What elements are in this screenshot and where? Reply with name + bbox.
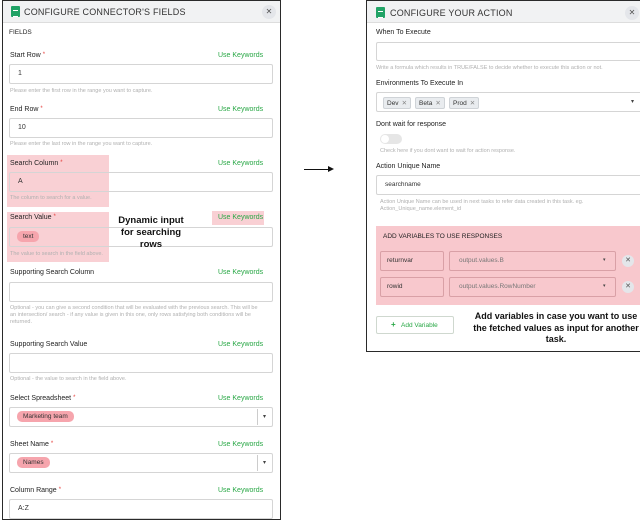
variable-value-text: output.values.RowNumber xyxy=(459,283,536,290)
select-spreadsheet-label: Select Spreadsheet * xyxy=(10,395,76,402)
connector-fields-panel: CONFIGURE CONNECTOR'S FIELDS ✕ FIELDS St… xyxy=(2,0,281,520)
remove-tag-icon[interactable]: ✕ xyxy=(402,100,407,107)
env-tag-dev[interactable]: Dev ✕ xyxy=(383,97,412,109)
dynamic-input-annotation: Dynamic input for searching rows xyxy=(118,215,184,250)
remove-tag-icon[interactable]: ✕ xyxy=(470,100,475,107)
select-spreadsheet-chip[interactable]: Marketing team xyxy=(17,411,74,422)
section-title: FIELDS xyxy=(9,29,32,36)
supporting-search-value-label: Supporting Search Value xyxy=(10,341,88,348)
dropdown-divider xyxy=(257,455,258,471)
start-row-label: Start Row * xyxy=(10,52,46,59)
end-row-input[interactable] xyxy=(9,118,273,138)
dont-wait-label: Dont wait for response xyxy=(376,121,447,128)
google-sheets-icon xyxy=(376,7,385,18)
end-row-value: 10 xyxy=(18,124,26,131)
unique-name-label: Action Unique Name xyxy=(376,163,441,170)
search-value-label: Search Value * xyxy=(10,214,56,221)
column-range-value: A:Z xyxy=(18,505,29,512)
start-row-input[interactable] xyxy=(9,64,273,84)
when-to-execute-hint: Write a formula which results in TRUE/FA… xyxy=(376,65,603,71)
column-range-use-keywords[interactable]: Use Keywords xyxy=(218,487,263,494)
close-icon[interactable]: ✕ xyxy=(262,5,276,19)
sheet-name-use-keywords[interactable]: Use Keywords xyxy=(218,441,263,448)
supporting-search-column-hint-2: an intersection/ search - if any value i… xyxy=(10,312,251,318)
dont-wait-toggle[interactable] xyxy=(380,134,402,144)
dont-wait-hint: Check here if you dont want to wait for … xyxy=(380,148,516,154)
dropdown-divider xyxy=(257,409,258,425)
panel-header: CONFIGURE CONNECTOR'S FIELDS ✕ xyxy=(3,1,280,23)
chevron-down-icon[interactable]: ▾ xyxy=(263,459,266,466)
sheet-name-chip[interactable]: Names xyxy=(17,457,50,468)
configure-action-panel: CONFIGURE YOUR ACTION ✕ When To Execute … xyxy=(366,0,640,352)
close-icon[interactable]: ✕ xyxy=(625,6,639,20)
chevron-down-icon[interactable]: ▾ xyxy=(603,257,606,263)
supporting-search-column-hint-1: Optional - you can give a second conditi… xyxy=(10,305,258,311)
end-row-label: End Row * xyxy=(10,106,43,113)
select-spreadsheet-use-keywords[interactable]: Use Keywords xyxy=(218,395,263,402)
env-tag-prod[interactable]: Prod ✕ xyxy=(449,97,480,109)
plus-icon: + xyxy=(391,320,396,329)
remove-tag-icon[interactable]: ✕ xyxy=(435,100,440,107)
variable-name-value: returnvar xyxy=(387,257,414,264)
google-sheets-icon xyxy=(11,6,20,17)
add-variable-button[interactable]: + Add Variable xyxy=(376,316,454,334)
search-column-input[interactable] xyxy=(9,172,273,192)
chevron-down-icon[interactable]: ▾ xyxy=(631,98,634,105)
start-row-hint: Please enter the first row in the range … xyxy=(10,88,153,94)
when-to-execute-input[interactable] xyxy=(376,42,640,61)
end-row-use-keywords[interactable]: Use Keywords xyxy=(218,106,263,113)
variable-value-text: output.values.B xyxy=(459,257,504,264)
end-row-hint: Please enter the last row in the range y… xyxy=(10,141,153,147)
panel-header: CONFIGURE YOUR ACTION ✕ xyxy=(367,1,640,23)
search-column-hint: The column to search for a value. xyxy=(10,195,92,201)
unique-name-value: searchname xyxy=(385,181,421,188)
panel-title: CONFIGURE YOUR ACTION xyxy=(390,8,513,18)
start-row-value: 1 xyxy=(18,70,22,77)
supporting-search-column-input[interactable] xyxy=(9,282,273,302)
remove-variable-icon[interactable]: ✕ xyxy=(622,281,634,293)
arrow-head-icon xyxy=(328,166,334,172)
panel-title: CONFIGURE CONNECTOR'S FIELDS xyxy=(24,7,186,17)
env-tag-beta[interactable]: Beta ✕ xyxy=(415,97,445,109)
supporting-search-column-hint-3: returned. xyxy=(10,319,33,325)
variable-name-value: rowid xyxy=(387,283,403,290)
search-column-label: Search Column * xyxy=(10,160,63,167)
variables-annotation: Add variables in case you want to use th… xyxy=(473,311,639,344)
sheet-name-label: Sheet Name * xyxy=(10,441,54,448)
unique-name-hint-1: Action Unique Name can be used in next t… xyxy=(380,199,584,205)
variables-heading: ADD VARIABLES TO USE RESPONSES xyxy=(383,233,503,240)
supporting-search-value-use-keywords[interactable]: Use Keywords xyxy=(218,341,263,348)
search-column-value: A xyxy=(18,178,23,185)
unique-name-hint-2: Action_Unique_name.element_id xyxy=(380,206,462,212)
supporting-search-value-hint: Optional - the value to search in the fi… xyxy=(10,376,127,382)
search-value-hint: The value to search in the field above. xyxy=(10,251,103,257)
start-row-use-keywords[interactable]: Use Keywords xyxy=(218,52,263,59)
supporting-search-value-input[interactable] xyxy=(9,353,273,373)
column-range-input[interactable] xyxy=(9,499,273,519)
search-value-chip[interactable]: text xyxy=(17,231,40,242)
search-column-use-keywords[interactable]: Use Keywords xyxy=(218,160,263,167)
chevron-down-icon[interactable]: ▾ xyxy=(263,413,266,420)
supporting-search-column-label: Supporting Search Column xyxy=(10,269,95,276)
environments-label: Environments To Execute In xyxy=(376,80,464,87)
flow-arrow xyxy=(304,169,328,170)
when-to-execute-label: When To Execute xyxy=(376,29,431,36)
remove-variable-icon[interactable]: ✕ xyxy=(622,255,634,267)
column-range-label: Column Range * xyxy=(10,487,62,494)
search-value-use-keywords[interactable]: Use Keywords xyxy=(218,214,263,221)
chevron-down-icon[interactable]: ▾ xyxy=(603,283,606,289)
supporting-search-column-use-keywords[interactable]: Use Keywords xyxy=(218,269,263,276)
